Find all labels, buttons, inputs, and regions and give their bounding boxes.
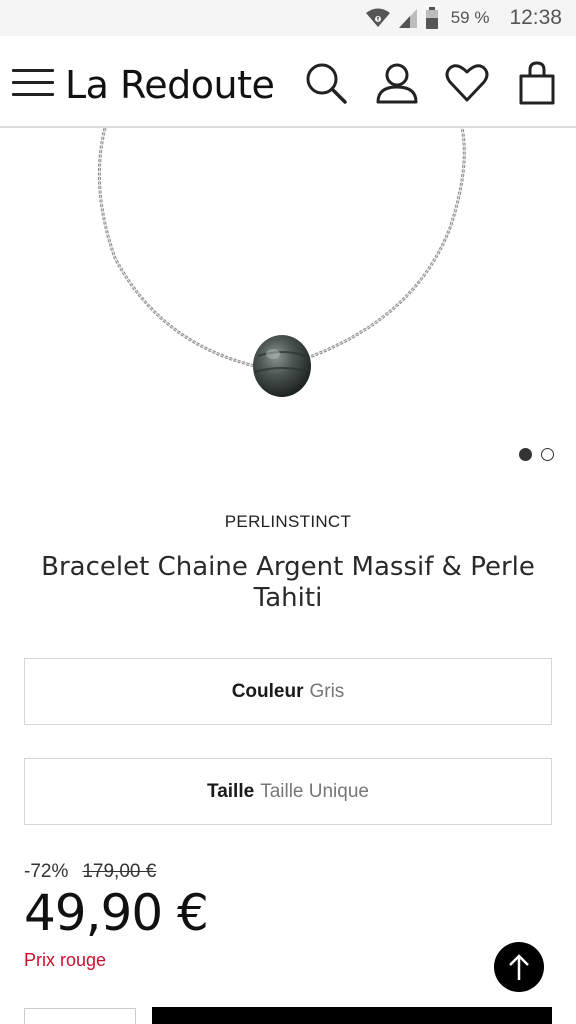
site-header: La Redoute	[0, 36, 576, 128]
color-selector-value: Gris	[309, 680, 345, 702]
menu-icon[interactable]	[12, 69, 54, 99]
carousel-dot-2[interactable]	[541, 448, 554, 461]
old-price: 179,00 €	[82, 861, 157, 882]
size-selector-label: Taille	[207, 780, 255, 802]
discount-line: -72% 179,00 €	[24, 861, 156, 883]
account-icon[interactable]	[374, 60, 420, 106]
status-bar: 59 % 12:38	[0, 0, 576, 36]
arrow-up-icon	[509, 954, 529, 980]
discount-percent: -72%	[24, 861, 69, 882]
battery-icon	[425, 7, 438, 29]
wishlist-heart-icon[interactable]	[444, 60, 490, 106]
product-title: Bracelet Chaine Argent Massif & Perle Ta…	[41, 552, 535, 613]
color-selector[interactable]: Couleur Gris	[24, 658, 552, 725]
battery-percent: 59 %	[450, 8, 490, 27]
product-image[interactable]	[0, 128, 576, 428]
wifi-icon	[365, 8, 390, 27]
add-to-cart-button[interactable]	[152, 1007, 552, 1024]
carousel-pagination	[519, 448, 554, 461]
carousel-dot-1[interactable]	[519, 448, 532, 461]
back-to-top-button[interactable]	[494, 942, 544, 992]
product-brand[interactable]: PERLINSTINCT	[0, 512, 576, 532]
size-selector-value: Taille Unique	[260, 780, 369, 802]
brand-logo[interactable]: La Redoute	[65, 63, 275, 107]
shopping-bag-icon[interactable]	[514, 60, 560, 106]
signal-icon	[398, 9, 417, 28]
current-price: 49,90 €	[24, 884, 209, 942]
color-selector-label: Couleur	[231, 680, 304, 702]
status-icons: 59 % 12:38	[365, 6, 562, 30]
size-selector[interactable]: Taille Taille Unique	[24, 758, 552, 825]
clock: 12:38	[509, 6, 562, 29]
search-icon[interactable]	[303, 60, 349, 106]
price-label: Prix rouge	[24, 950, 107, 970]
quantity-selector[interactable]	[24, 1008, 136, 1024]
